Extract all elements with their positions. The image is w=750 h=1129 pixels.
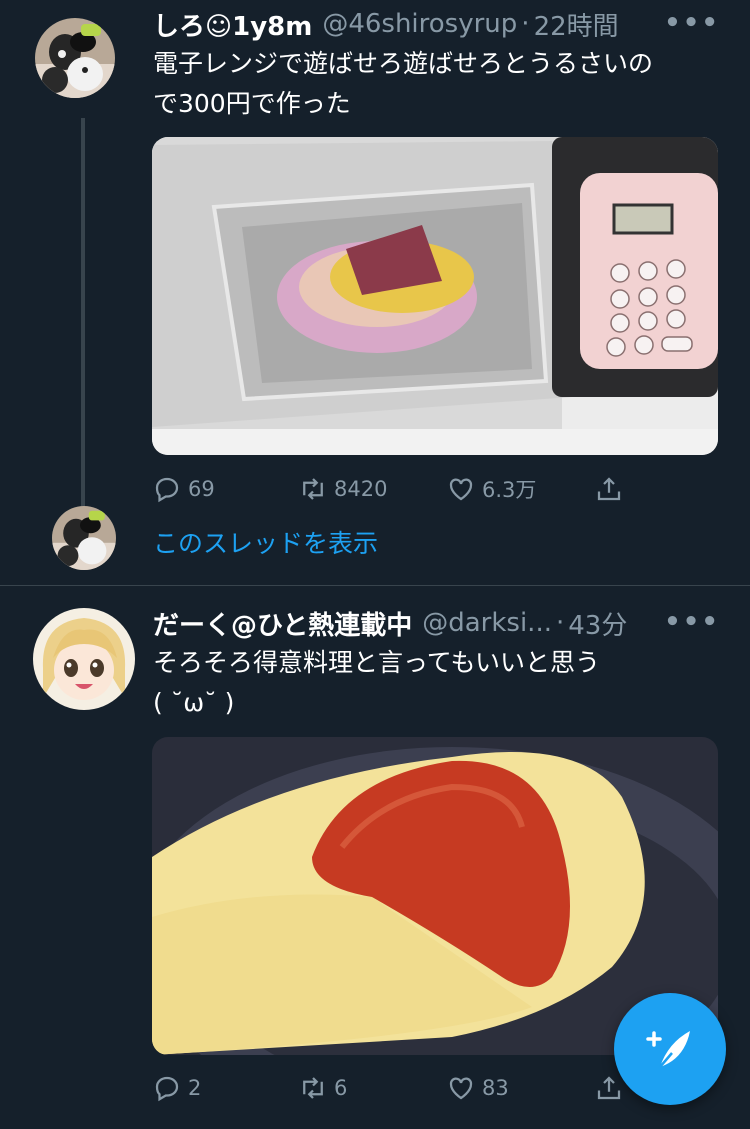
reply-icon xyxy=(155,1076,179,1102)
reply-button[interactable]: 2 xyxy=(152,1068,201,1108)
like-count: 6.3万 xyxy=(482,478,537,502)
tweet-media-image[interactable] xyxy=(152,137,718,455)
tweet-text-line: で300円で作った xyxy=(153,89,351,118)
retweet-button[interactable]: 8420 xyxy=(298,469,387,509)
retweet-icon xyxy=(303,478,323,500)
like-button[interactable]: 83 xyxy=(446,1068,509,1108)
like-button[interactable]: 6.3万 xyxy=(446,469,536,509)
tweet-actions: 69 8420 6.3万 xyxy=(152,469,632,509)
user-avatar-icon xyxy=(33,608,135,710)
heart-icon xyxy=(449,1077,473,1100)
user-avatar-icon xyxy=(35,18,115,98)
display-name[interactable]: しろ☺1y8m xyxy=(153,6,312,43)
share-button[interactable] xyxy=(594,469,624,509)
like-count: 83 xyxy=(482,1076,509,1100)
retweet-count: 8420 xyxy=(334,477,388,501)
thread-line xyxy=(81,118,85,506)
timestamp[interactable]: 43分 xyxy=(568,605,627,642)
tweet-header: だーく@ひと熱連載中 @darksi... · 43分 xyxy=(153,603,720,643)
reply-count: 2 xyxy=(188,1076,202,1100)
tweet-text-line: そろそろ得意料理と言ってもいいと思う xyxy=(153,648,601,677)
heart-icon xyxy=(449,478,473,501)
compose-tweet-button[interactable] xyxy=(614,993,726,1105)
tweet-text-line: 電子レンジで遊ばせろ遊ばせろとうるさいの xyxy=(153,49,654,78)
avatar[interactable] xyxy=(35,18,115,98)
retweet-icon xyxy=(303,1077,323,1099)
user-avatar-icon xyxy=(52,506,116,570)
reply-icon xyxy=(155,477,179,503)
user-handle[interactable]: @46shirosyrup xyxy=(322,9,517,39)
more-options-icon[interactable]: ••• xyxy=(664,8,720,38)
timestamp[interactable]: 22時間 xyxy=(534,6,619,43)
tweet-text: そろそろ得意料理と言ってもいいと思う ( ˘ω˘ ) xyxy=(153,643,723,723)
tweet-text: 電子レンジで遊ばせろ遊ばせろとうるさいの で300円で作った xyxy=(153,44,723,124)
share-icon xyxy=(597,477,621,501)
retweet-button[interactable]: 6 xyxy=(298,1068,347,1108)
tweet-header: しろ☺1y8m @46shirosyrup · 22時間 xyxy=(153,4,720,44)
tweet-text-line: ( ˘ω˘ ) xyxy=(153,688,235,717)
toy-microwave-photo-icon xyxy=(152,137,718,455)
user-handle[interactable]: @darksi... xyxy=(422,608,552,638)
retweet-count: 6 xyxy=(334,1076,348,1100)
display-name[interactable]: だーく@ひと熱連載中 xyxy=(153,605,412,642)
separator-dot: · xyxy=(521,9,530,39)
reply-button[interactable]: 69 xyxy=(152,469,215,509)
separator-dot: · xyxy=(555,608,565,638)
thread-avatar[interactable] xyxy=(52,506,116,570)
tweet-actions: 2 6 83 xyxy=(152,1068,632,1108)
avatar[interactable] xyxy=(33,608,135,710)
more-options-icon[interactable]: ••• xyxy=(664,607,720,637)
divider xyxy=(0,585,750,586)
reply-count: 69 xyxy=(188,477,215,501)
compose-tweet-icon xyxy=(646,1031,690,1068)
show-thread-link[interactable]: このスレッドを表示 xyxy=(153,524,378,560)
share-icon xyxy=(597,1076,621,1100)
